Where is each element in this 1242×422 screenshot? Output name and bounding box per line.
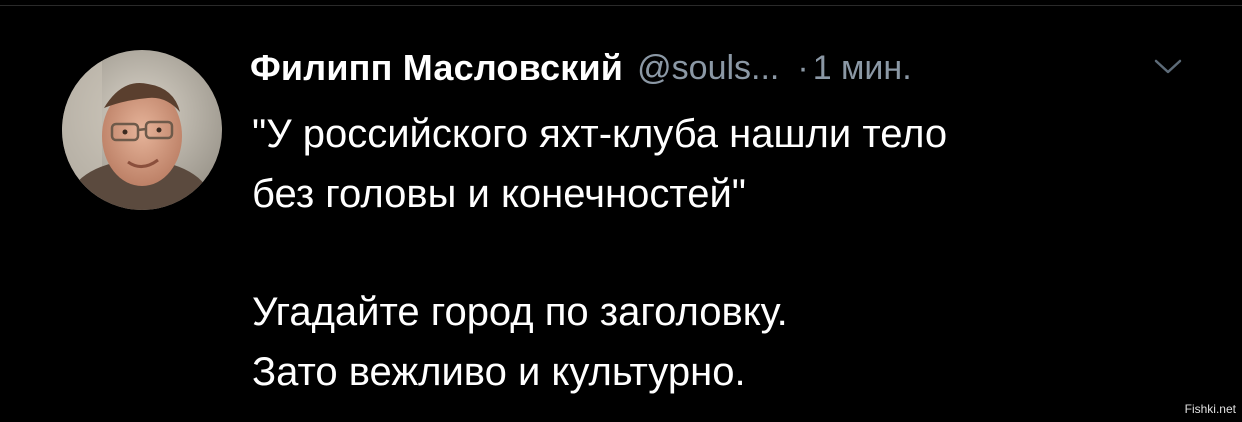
tweet-line: без головы и конечностей"	[252, 172, 747, 216]
author-name[interactable]: Филипп Масловский	[250, 47, 623, 89]
tweet-line: Зато вежливо и культурно.	[252, 350, 746, 394]
watermark: Fishki.net	[1184, 402, 1236, 416]
top-divider	[0, 5, 1242, 6]
avatar[interactable]	[62, 50, 222, 210]
tweet-line: "У российского яхт-клуба нашли тело	[252, 112, 948, 156]
chevron-down-icon	[1154, 59, 1182, 74]
header-separator: ·	[797, 48, 809, 87]
tweet-menu-button[interactable]	[1148, 54, 1188, 80]
author-handle[interactable]: @souls...	[637, 49, 779, 88]
tweet-header: Филипп Масловский @souls... · 1 мин.	[250, 40, 912, 96]
tweet-line: Угадайте город по заголовку.	[252, 290, 788, 334]
avatar-photo	[62, 50, 222, 210]
timestamp[interactable]: 1 мин.	[813, 49, 912, 88]
tweet-text: "У российского яхт-клуба нашли тело без …	[252, 104, 1212, 402]
